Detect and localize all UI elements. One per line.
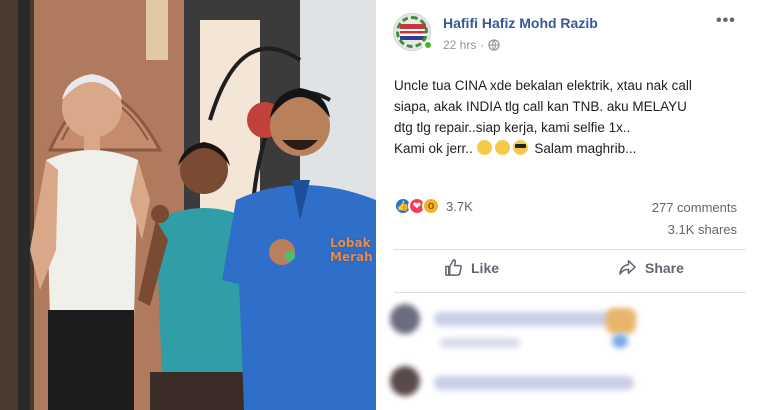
- like-button[interactable]: Like: [444, 258, 499, 277]
- meta-separator: ·: [480, 38, 485, 52]
- share-button[interactable]: Share: [618, 258, 684, 277]
- divider: [394, 249, 746, 250]
- post-text-line: Uncle tua CINA xde bekalan elektrik, xta…: [394, 78, 692, 93]
- post-text-line: siapa, akak INDIA tlg call kan TNB. aku …: [394, 99, 687, 114]
- online-status-icon: [423, 40, 433, 50]
- post-text: Uncle tua CINA xde bekalan elektrik, xta…: [394, 75, 754, 159]
- post-text-line: dtg tlg repair..siap kerja, kami selfie …: [394, 120, 631, 135]
- pensive-face-icon: [494, 140, 510, 155]
- share-arrow-icon: [619, 260, 636, 275]
- reaction-count: 3.7K: [446, 198, 473, 214]
- globe-icon: [488, 39, 501, 51]
- more-options-icon[interactable]: •••: [716, 12, 736, 30]
- divider: [394, 292, 746, 293]
- comments-section: [376, 294, 765, 410]
- post-text-line: Kami ok jerr..: [394, 141, 473, 156]
- comment-reaction: [612, 334, 628, 348]
- wow-icon: o: [422, 197, 440, 215]
- shares-count-link[interactable]: 3.1K shares: [668, 222, 737, 237]
- author-name[interactable]: Hafifi Hafiz Mohd Razib: [443, 15, 598, 31]
- commenter-avatar[interactable]: [390, 304, 420, 334]
- thumbs-up-icon: [445, 259, 462, 276]
- pensive-face-icon: [476, 140, 492, 155]
- comment-actions: [440, 338, 520, 348]
- comment-bubble: [434, 376, 634, 390]
- comment-sticker: [606, 308, 636, 334]
- share-label: Share: [645, 259, 684, 276]
- commenter-avatar[interactable]: [390, 366, 420, 396]
- reactions-summary[interactable]: 👍 ❤ o 3.7K: [394, 197, 473, 215]
- comments-count-link[interactable]: 277 comments: [652, 200, 737, 215]
- facebook-post: Hafifi Hafiz Mohd Razib 22 hrs · ••• Unc…: [376, 0, 765, 410]
- sunglasses-face-icon: [512, 140, 528, 155]
- like-label: Like: [471, 259, 500, 276]
- post-text-tail: Salam maghrib...: [534, 141, 637, 156]
- post-text-line-last: Kami ok jerr.. Salam maghrib...: [394, 138, 754, 159]
- selfie-photo-illustration: [0, 0, 376, 410]
- comment-bubble: [434, 312, 634, 326]
- watermark-label: Lobak Merah: [330, 236, 373, 264]
- post-meta: 22 hrs ·: [443, 38, 501, 52]
- post-photo[interactable]: Lobak Merah: [0, 0, 376, 410]
- post-time[interactable]: 22 hrs: [443, 38, 476, 52]
